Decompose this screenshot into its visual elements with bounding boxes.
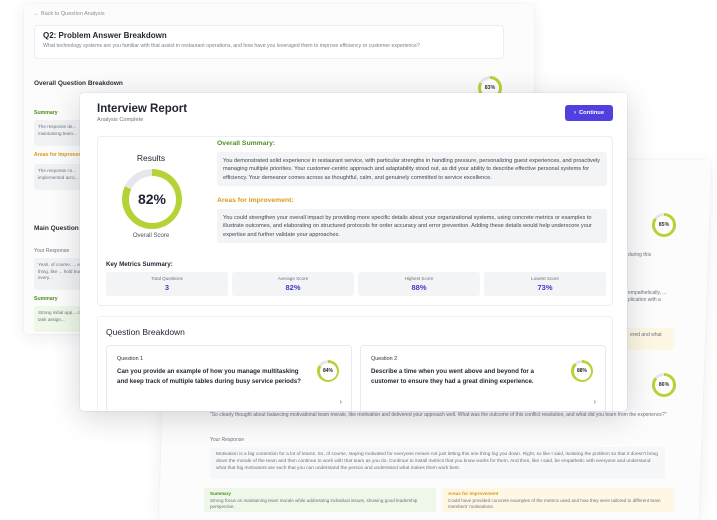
background-followup-question: "So clearly thought about balancing moti…	[210, 412, 667, 418]
overall-summary-text: You demonstrated solid experience in res…	[217, 152, 607, 186]
background-question-header: Q2: Problem Answer Breakdown What techno…	[34, 25, 504, 59]
overall-score-ring: 82%	[122, 169, 182, 229]
question-breakdown-panel: Question Breakdown Question 1 Can you pr…	[97, 316, 613, 411]
background-question-subtitle: What technology systems are you familiar…	[43, 43, 420, 49]
question-score-ring: 88%	[571, 360, 593, 382]
chevron-right-icon[interactable]: ›	[594, 399, 596, 406]
chevron-right-icon[interactable]: ›	[340, 399, 342, 406]
background-summary-box: Summary Strong focus on maintaining team…	[204, 488, 436, 512]
key-metrics-row: Total Questions 3 Average Score 82% High…	[106, 272, 606, 296]
background-snippet-3: ered and what	[626, 328, 674, 350]
background-response-text: Motivation is a big contention for a lot…	[210, 447, 665, 479]
arrow-right-icon: ›	[573, 110, 576, 116]
metric-average-score: Average Score 82%	[232, 272, 354, 296]
interview-report-card: Interview Report Analysis Complete › Con…	[80, 93, 627, 411]
question-score-ring: 84%	[317, 360, 339, 382]
continue-label: Continue	[578, 110, 605, 116]
background-score-ring-2: 85%	[652, 213, 676, 237]
metric-total-questions: Total Questions 3	[106, 272, 228, 296]
overall-summary-title: Overall Summary:	[217, 140, 276, 147]
question-number: Question 1	[117, 356, 144, 362]
background-your-response: Your Response	[34, 248, 70, 254]
background-improve-box: Areas for Improvement Could have provide…	[442, 488, 674, 512]
key-metrics-title: Key Metrics Summary:	[106, 261, 173, 268]
question-number: Question 2	[371, 356, 398, 362]
results-heading: Results	[136, 153, 166, 163]
background-main-question: Main Question	[34, 225, 79, 232]
report-title: Interview Report	[97, 103, 188, 115]
continue-button[interactable]: › Continue	[565, 105, 613, 121]
report-subtitle: Analysis Complete	[97, 117, 144, 123]
background-question-title: Q2: Problem Answer Breakdown	[43, 31, 167, 40]
background-snippet-1: during this	[628, 252, 652, 258]
back-link[interactable]: ← Back to Question Analysis	[34, 11, 105, 17]
overall-score-value: 82%	[128, 175, 176, 223]
overall-score-label: Overall Score	[132, 233, 170, 239]
question-breakdown-title: Question Breakdown	[106, 327, 185, 337]
background-response-label: Your Response	[210, 437, 245, 443]
background-summary-label: Summary	[34, 110, 58, 116]
question-card-2[interactable]: Question 2 Describe a time when you went…	[360, 345, 606, 411]
background-summary-label-2: Summary	[34, 296, 58, 302]
question-text: Describe a time when you went above and …	[371, 368, 534, 385]
background-score-ring-3: 86%	[652, 373, 676, 397]
question-card-1[interactable]: Question 1 Can you provide an example of…	[106, 345, 352, 411]
background-overall-breakdown: Overall Question Breakdown	[34, 80, 123, 87]
improvement-text: You could strengthen your overall impact…	[217, 209, 607, 243]
metric-highest-score: Highest Score 88%	[358, 272, 480, 296]
improvement-title: Areas for Improvement:	[217, 197, 294, 204]
question-text: Can you provide an example of how you ma…	[117, 368, 301, 385]
results-panel: Results 82% Overall Score Overall Summar…	[97, 136, 613, 306]
background-snippet-2: empathetically, ... plication with a	[628, 290, 667, 303]
metric-lowest-score: Lowest Score 73%	[484, 272, 606, 296]
